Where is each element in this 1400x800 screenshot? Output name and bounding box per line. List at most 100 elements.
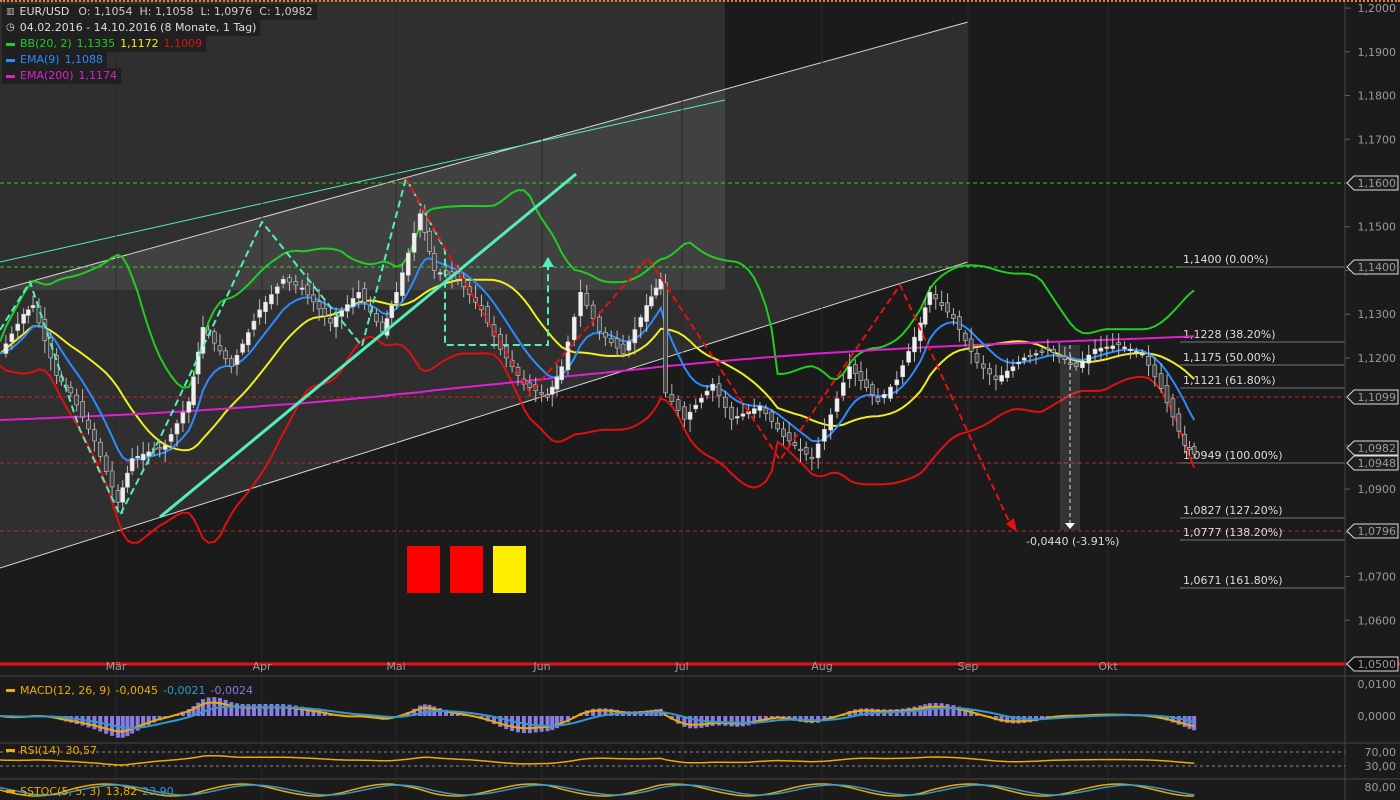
sstoc-legend[interactable]: SSTOC(5, 5, 3) 13,82 23,90 <box>2 785 178 798</box>
candle-body <box>1010 366 1016 372</box>
candle-body <box>389 305 395 318</box>
fib-level-label: 1,1400 (0.00%) <box>1183 253 1269 266</box>
chart-canvas[interactable]: 1,1400 (0.00%) 1,1228 (38.20%) 1,1175 (50.… <box>0 0 1400 800</box>
y-tick-label: 1,1300 <box>1358 308 1397 321</box>
x-tick-label: Mär <box>106 660 127 673</box>
candle-body <box>822 429 827 442</box>
candle-body <box>933 294 939 300</box>
candle-body <box>1158 373 1164 389</box>
candle-body <box>135 455 140 459</box>
candle-body <box>21 313 26 324</box>
candle-body <box>549 386 555 395</box>
rsi-legend[interactable]: RSI(14) 30,57 <box>2 744 101 757</box>
macd-hist-value: -0,0024 <box>210 684 253 697</box>
candle-body <box>316 301 322 310</box>
fib-level-label: 1,1121 (61.80%) <box>1183 374 1276 387</box>
candle-body <box>211 331 217 344</box>
candle-body <box>1134 351 1139 354</box>
candle-body <box>1170 398 1176 418</box>
symbol-label: EUR/USD <box>19 5 70 18</box>
candle-body <box>716 383 722 397</box>
macd-bar <box>746 716 751 726</box>
candle-body <box>571 316 577 341</box>
candle-body <box>858 371 864 381</box>
candle-body <box>431 253 437 271</box>
signal-box-red-2 <box>450 546 483 593</box>
x-tick-label: Jul <box>674 660 688 673</box>
candle-body <box>180 412 186 424</box>
rsi-value: 30,57 <box>65 744 97 757</box>
candle-body <box>962 332 968 341</box>
candle-body <box>125 472 130 488</box>
candle-body <box>263 301 268 313</box>
legend-bb-row[interactable]: BB(20, 2) 1,1335 1,1172 1,1009 <box>2 36 207 52</box>
candle-body <box>757 405 763 411</box>
chart-type-icon: ▥ <box>6 7 15 17</box>
candle-body <box>1122 346 1127 349</box>
candle-body <box>417 213 423 231</box>
candle-body <box>162 445 168 450</box>
signal-box-red-1 <box>407 546 440 593</box>
candle-body <box>129 458 135 472</box>
candle-body <box>781 428 786 437</box>
candle-body <box>30 305 36 308</box>
candle-body <box>881 394 887 399</box>
macd-bar <box>200 699 205 716</box>
x-tick-label: Sep <box>958 660 979 673</box>
candle-body <box>400 272 405 296</box>
macd-tick-label: 0,0000 <box>1358 710 1397 723</box>
candle-body <box>987 368 992 375</box>
rsi-swatch <box>6 749 15 752</box>
candle-body <box>350 298 356 307</box>
fib-level-label: 1,0827 (127.20%) <box>1183 504 1283 517</box>
ohlc-label: O: 1,1054 H: 1,1058 L: 1,0976 C: 1,0982 <box>78 5 313 18</box>
legend-ema200-row[interactable]: EMA(200) 1,1174 <box>2 68 122 84</box>
price-tag-label: 1,1400 <box>1358 261 1397 274</box>
candle-body <box>200 326 206 354</box>
candle-body <box>1039 350 1045 353</box>
macd-bar <box>545 716 550 732</box>
macd-bar <box>510 716 515 731</box>
candle-body <box>1092 348 1098 355</box>
candle-body <box>620 343 626 354</box>
candle-body <box>1146 355 1151 366</box>
legend-range-row: ◷ 04.02.2016 - 14.10.2016 (8 Monate, 1 T… <box>2 20 261 36</box>
candle-body <box>614 338 620 349</box>
top-border <box>0 0 1400 2</box>
candle-body <box>1004 370 1010 378</box>
macd-bar <box>234 703 239 716</box>
macd-bar <box>1187 716 1192 729</box>
candle-body <box>847 366 852 380</box>
candle-body <box>792 442 798 446</box>
x-tick-label: Apr <box>252 660 272 673</box>
ema9-swatch <box>6 58 15 62</box>
candle-body <box>974 353 980 363</box>
candle-body <box>669 394 675 402</box>
sstoc-label: SSTOC(5, 5, 3) <box>20 785 101 798</box>
candle-body <box>311 294 316 303</box>
candle-body <box>485 306 491 324</box>
y-tick-label: 1,1200 <box>1358 352 1397 365</box>
candle-body <box>223 350 228 360</box>
candle-body <box>1152 364 1158 378</box>
candle-body <box>1116 342 1121 346</box>
candle-body <box>26 309 31 316</box>
candle-body <box>115 490 121 503</box>
candle-body <box>109 470 115 488</box>
candle-body <box>729 406 734 420</box>
candle-body <box>815 443 821 459</box>
y-tick-label: 1,1900 <box>1358 46 1397 59</box>
fib-level-label: 1,0949 (100.00%) <box>1183 449 1283 462</box>
macd-bar <box>229 702 234 716</box>
rsi-label: RSI(14) <box>20 744 61 757</box>
candle-body <box>1098 347 1104 352</box>
macd-legend[interactable]: MACD(12, 26, 9) -0,0045 -0,0021 -0,0024 <box>2 684 257 697</box>
legend-ema9-row[interactable]: EMA(9) 1,1088 <box>2 52 108 68</box>
candle-body <box>653 287 659 296</box>
candle-body <box>682 406 687 420</box>
candle-body <box>945 302 950 313</box>
candle-body <box>841 382 846 396</box>
candle-body <box>120 487 126 503</box>
bb-swatch <box>6 42 15 46</box>
fib-level-label: 1,0671 (161.80%) <box>1183 574 1283 587</box>
